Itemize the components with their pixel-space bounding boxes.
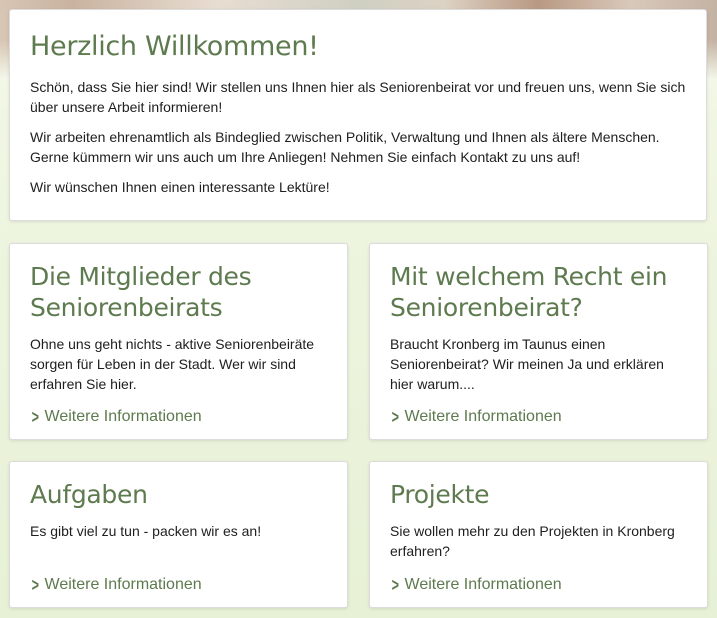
more-info-label: Weitere Informationen (44, 408, 202, 425)
card-aufgaben: Aufgaben Es gibt viel zu tun - packen wi… (9, 461, 348, 608)
card-recht: Mit welchem Recht ein Seniorenbeirat? Br… (369, 243, 708, 440)
card-projekte: Projekte Sie wollen mehr zu den Projekte… (369, 461, 708, 608)
more-info-link[interactable]: > Weitere Informationen (30, 408, 202, 426)
welcome-card: Herzlich Willkommen! Schön, dass Sie hie… (9, 9, 707, 221)
card-title: Projekte (390, 480, 490, 509)
card-text: Ohne uns geht nichts - aktive Seniorenbe… (30, 336, 315, 392)
card-text: Es gibt viel zu tun - packen wir es an! (30, 523, 262, 539)
welcome-title: Herzlich Willkommen! (30, 31, 319, 62)
chevron-right-icon: > (391, 407, 399, 427)
card-text: Braucht Kronberg im Taunus einen Seniore… (390, 336, 664, 392)
more-info-link[interactable]: > Weitere Informationen (390, 576, 562, 594)
more-info-link[interactable]: > Weitere Informationen (390, 408, 562, 426)
more-info-link[interactable]: > Weitere Informationen (30, 576, 202, 594)
chevron-right-icon: > (391, 575, 399, 595)
chevron-right-icon: > (31, 575, 39, 595)
more-info-label: Weitere Informationen (44, 576, 202, 593)
welcome-paragraph: Wir wünschen Ihnen einen interessante Le… (30, 179, 330, 195)
welcome-paragraph: Schön, dass Sie hier sind! Wir stellen u… (30, 79, 686, 115)
chevron-right-icon: > (31, 407, 39, 427)
card-mitglieder: Die Mitglieder des Seniorenbeirats Ohne … (9, 243, 348, 440)
welcome-paragraph: Wir arbeiten ehrenamtlich als Bindeglied… (30, 129, 660, 165)
card-title: Aufgaben (30, 480, 148, 509)
more-info-label: Weitere Informationen (404, 408, 562, 425)
more-info-label: Weitere Informationen (404, 576, 562, 593)
card-text: Sie wollen mehr zu den Projekten in Kron… (390, 523, 675, 559)
card-title: Die Mitglieder des Seniorenbeirats (30, 262, 252, 322)
card-title: Mit welchem Recht ein Seniorenbeirat? (390, 262, 668, 322)
